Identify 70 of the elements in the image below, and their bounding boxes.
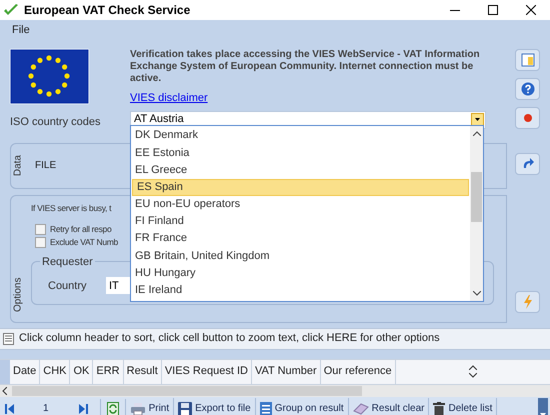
hint-bar[interactable]: Click column header to sort, click cell button to zoom text, click HERE for other options <box>0 328 550 350</box>
first-page-icon[interactable] <box>5 404 14 414</box>
column-header[interactable]: VIES Request ID <box>162 360 252 384</box>
help-icon <box>520 82 534 96</box>
dot-icon <box>524 114 532 122</box>
trash-can-icon <box>433 402 446 415</box>
scroll-left-icon <box>2 386 7 394</box>
toolbar-button[interactable]: Group on result <box>256 398 349 415</box>
stop-button[interactable] <box>515 107 540 129</box>
dropdown-option[interactable]: HU Hungary <box>131 264 470 282</box>
checkbox[interactable] <box>35 224 46 236</box>
checkbox-label: Retry for all respo <box>50 223 112 236</box>
column-header[interactable]: Result <box>124 360 162 384</box>
dropdown-option[interactable]: EE Estonia <box>131 144 470 162</box>
data-label: FILE <box>35 159 56 173</box>
group-title: Data <box>12 154 24 176</box>
field-label: ISO country codes <box>10 115 102 130</box>
refresh-icon[interactable] <box>106 402 119 415</box>
info-button[interactable] <box>515 49 540 71</box>
dropdown-option[interactable]: FR France <box>131 230 470 248</box>
row-indicator-column <box>0 360 10 384</box>
scroll-up-icon <box>468 365 477 370</box>
dropdown-option[interactable]: IE Ireland <box>131 282 470 299</box>
scroll-down-icon <box>468 373 477 378</box>
close-icon <box>526 5 536 15</box>
checkbox[interactable] <box>35 236 46 248</box>
horizontal-scrollbar[interactable] <box>0 384 550 396</box>
scroll-thumb[interactable] <box>471 172 482 222</box>
scroll-thumb[interactable] <box>12 386 362 396</box>
scroll-up-icon <box>472 131 480 136</box>
list-scrollbar[interactable] <box>470 126 483 301</box>
list-icon <box>260 402 272 415</box>
dropdown-option[interactable]: DK Denmark <box>131 127 470 144</box>
window-title: European VAT Check Service <box>24 2 190 19</box>
lightning-icon <box>522 294 532 308</box>
overflow-button[interactable] <box>538 398 548 415</box>
menu-item[interactable]: File <box>12 22 30 38</box>
column-header[interactable]: OK <box>70 360 94 384</box>
eraser-icon <box>352 402 369 414</box>
toolbar-button[interactable]: Print <box>126 398 174 415</box>
toolbar-button[interactable]: Delete list <box>429 398 498 415</box>
hint-text: Click column header to sort, click cell button to zoom text, click HERE for other options <box>19 331 440 346</box>
toolbar-button[interactable]: Result clear <box>348 398 430 415</box>
column-header[interactable]: ERR <box>93 360 124 384</box>
toolbar-button[interactable]: Export to file <box>174 398 256 415</box>
column-header[interactable]: CHK <box>40 360 70 384</box>
dropdown-option[interactable]: EU non-EU operators <box>131 196 470 213</box>
dropdown-option[interactable]: GB Britain, United Kingdom <box>131 247 470 264</box>
dropdown-value: AT Austria <box>134 112 185 128</box>
group-title: Options <box>12 276 24 314</box>
help-button[interactable] <box>515 78 540 100</box>
dropdown-option[interactable]: FI Finland <box>131 212 470 230</box>
last-page-icon[interactable] <box>78 404 88 414</box>
field-label: Country <box>48 278 88 294</box>
dropdown-option[interactable]: ES Spain <box>132 178 469 196</box>
document-icon <box>3 332 14 344</box>
column-header[interactable]: VAT Number <box>252 360 321 384</box>
column-header[interactable]: Date <box>10 360 40 384</box>
checkmark-icon <box>3 3 19 17</box>
refresh-button[interactable] <box>515 152 540 174</box>
note-text: If VIES server is busy, t <box>31 202 112 214</box>
document-icon <box>520 53 534 67</box>
checkbox-label: Exclude VAT Numb <box>50 236 118 249</box>
dropdown-option[interactable]: EL Greece <box>131 161 470 179</box>
page-number: 1 <box>43 402 49 415</box>
scroll-down-icon <box>472 291 480 296</box>
info-text: Verification takes place accessing the VIES WebService - VAT Information Exchange System of European Community. Internet connection must be active. <box>130 49 481 85</box>
column-header[interactable]: Our reference <box>320 360 396 384</box>
disclaimer-link[interactable]: VIES disclaimer <box>130 90 208 106</box>
maximize-icon <box>488 5 498 15</box>
